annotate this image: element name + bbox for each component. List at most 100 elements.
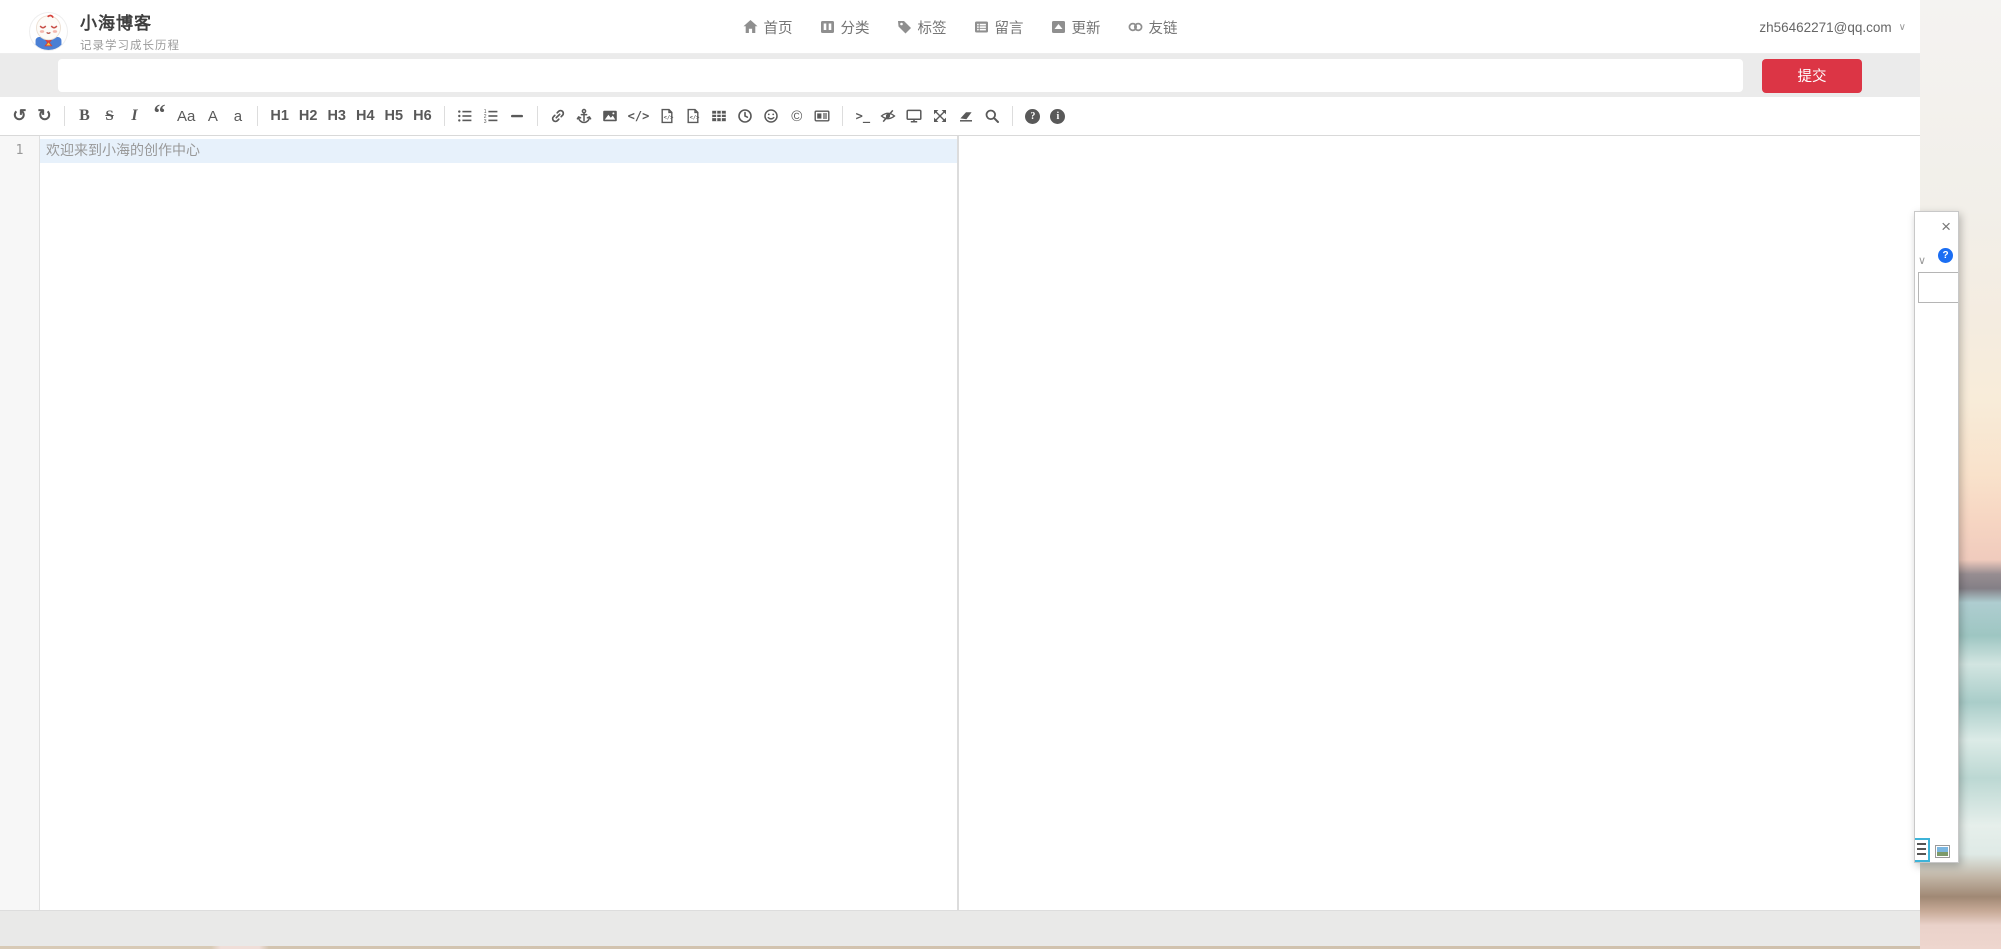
tag-icon (897, 19, 913, 35)
editor-preview-pane (959, 136, 1920, 910)
heading2-icon[interactable]: H2 (295, 102, 322, 131)
horizontal-rule-icon[interactable] (505, 102, 529, 131)
heading2-icon-glyph: H2 (299, 108, 318, 124)
message-icon (974, 19, 990, 35)
update-icon (1051, 19, 1067, 35)
nav-item-label: 友链 (1149, 17, 1178, 38)
strikethrough-icon[interactable]: S (98, 102, 121, 131)
help-badge-icon[interactable]: ? (1938, 248, 1953, 263)
post-title-input[interactable] (58, 59, 1743, 92)
link-icon[interactable] (546, 102, 570, 131)
code-block-icon[interactable]: </> (655, 102, 679, 131)
redo-icon[interactable]: ↻ (33, 102, 56, 131)
quote-icon-glyph: “ (154, 109, 166, 123)
nav-item-label: 留言 (995, 17, 1024, 38)
help-icon[interactable]: ? (1021, 102, 1044, 131)
post-title-band: 提交 (0, 54, 1920, 97)
toolbar-divider (64, 106, 65, 126)
preview-icon[interactable] (902, 102, 926, 131)
preformatted-text-icon[interactable]: </> (681, 102, 705, 131)
site-header: 小海博客 记录学习成长历程 首页 分类 标签 留言 更新 友链 zh56462271@qq… (0, 0, 1920, 54)
editor-toolbar: ↺ ↻ BSI “ Aa Aa H1 H2 H3 H4 H5 H6 123 </> </> </> © >_? i (0, 97, 1920, 136)
info-icon[interactable]: i (1046, 102, 1069, 131)
strikethrough-icon-glyph: S (105, 108, 113, 125)
site-title: 小海博客 (80, 9, 180, 34)
heading4-icon[interactable]: H4 (352, 102, 379, 131)
heading6-icon[interactable]: H6 (409, 102, 436, 131)
list-ol-icon[interactable]: 123 (479, 102, 503, 131)
nav-item-2[interactable]: 标签 (897, 17, 947, 38)
uppercase-icon[interactable]: A (201, 102, 224, 131)
svg-text:</>: </> (664, 115, 674, 121)
cartoon-avatar-icon (30, 13, 67, 50)
heading3-icon-glyph: H3 (327, 108, 346, 124)
toolbar-divider (842, 106, 843, 126)
active-code-line[interactable]: 欢迎来到小海的创作中心 (40, 139, 957, 163)
help-icon-glyph: ? (1025, 109, 1040, 124)
nav-item-3[interactable]: 留言 (974, 17, 1024, 38)
user-account-dropdown[interactable]: zh56462271@qq.com ∨ (1759, 0, 1906, 54)
heading5-icon-glyph: H5 (385, 108, 404, 124)
fullscreen-icon[interactable] (928, 102, 952, 131)
main-app: 小海博客 记录学习成长历程 首页 分类 标签 留言 更新 友链 zh56462271@qq… (0, 0, 1920, 949)
emoji-icon[interactable] (759, 102, 783, 131)
table-icon[interactable] (707, 102, 731, 131)
watch-icon[interactable] (876, 102, 900, 131)
search-icon[interactable] (980, 102, 1004, 131)
main-nav: 首页 分类 标签 留言 更新 友链 (743, 0, 1178, 54)
html-entities-icon[interactable]: © (785, 102, 808, 131)
lowercase-icon-glyph: a (234, 108, 242, 125)
bold-icon[interactable]: B (73, 102, 96, 131)
clear-icon[interactable] (954, 102, 978, 131)
italic-icon[interactable]: I (123, 102, 146, 131)
svg-text:</>: </> (690, 115, 700, 121)
quote-icon[interactable]: “ (148, 102, 171, 131)
category-icon (820, 19, 836, 35)
close-icon[interactable]: × (1941, 218, 1951, 235)
nav-item-1[interactable]: 分类 (820, 17, 870, 38)
info-icon-glyph: i (1050, 109, 1065, 124)
ucwords-icon-glyph: Aa (177, 108, 195, 125)
page-footer (0, 911, 1920, 946)
editor-code-area[interactable]: 欢迎来到小海的创作中心 (40, 136, 959, 910)
nav-item-label: 首页 (764, 17, 793, 38)
input-method-icon[interactable] (1914, 838, 1930, 862)
site-brand[interactable]: 小海博客 记录学习成长历程 (30, 9, 180, 53)
pagebreak-icon[interactable] (810, 102, 834, 131)
html-entities-icon-glyph: © (791, 108, 802, 125)
nav-item-5[interactable]: 友链 (1128, 17, 1178, 38)
anchor-icon[interactable] (572, 102, 596, 131)
redo-icon-glyph: ↻ (37, 106, 51, 126)
goto-line-icon-glyph: >_ (856, 109, 870, 123)
image-icon[interactable] (598, 102, 622, 131)
panel-text-field[interactable] (1918, 272, 1959, 303)
datetime-icon[interactable] (733, 102, 757, 131)
heading4-icon-glyph: H4 (356, 108, 375, 124)
toolbar-divider (257, 106, 258, 126)
site-logo-avatar (30, 13, 67, 50)
uppercase-icon-glyph: A (208, 108, 218, 125)
nav-item-label: 更新 (1072, 17, 1101, 38)
code-inline-icon[interactable]: </> (624, 102, 654, 131)
list-ul-icon[interactable] (453, 102, 477, 131)
heading6-icon-glyph: H6 (413, 108, 432, 124)
submit-button[interactable]: 提交 (1762, 59, 1862, 93)
heading5-icon[interactable]: H5 (381, 102, 408, 131)
svg-text:3: 3 (483, 119, 486, 124)
ime-lines (1917, 843, 1926, 857)
chevron-down-icon[interactable]: ∨ (1918, 254, 1926, 267)
nav-item-label: 分类 (841, 17, 870, 38)
undo-icon[interactable]: ↺ (8, 102, 31, 131)
nav-item-4[interactable]: 更新 (1051, 17, 1101, 38)
line-number-gutter: 1 (0, 136, 40, 910)
lowercase-icon[interactable]: a (226, 102, 249, 131)
code-inline-icon-glyph: </> (628, 109, 650, 123)
user-email: zh56462271@qq.com (1759, 20, 1891, 35)
heading3-icon[interactable]: H3 (323, 102, 350, 131)
floating-extension-panel: × ∨ ? (1914, 211, 1959, 863)
picture-thumbnail-icon[interactable] (1935, 845, 1950, 858)
goto-line-icon[interactable]: >_ (851, 102, 874, 131)
heading1-icon[interactable]: H1 (266, 102, 293, 131)
ucwords-icon[interactable]: Aa (173, 102, 199, 131)
nav-item-0[interactable]: 首页 (743, 17, 793, 38)
